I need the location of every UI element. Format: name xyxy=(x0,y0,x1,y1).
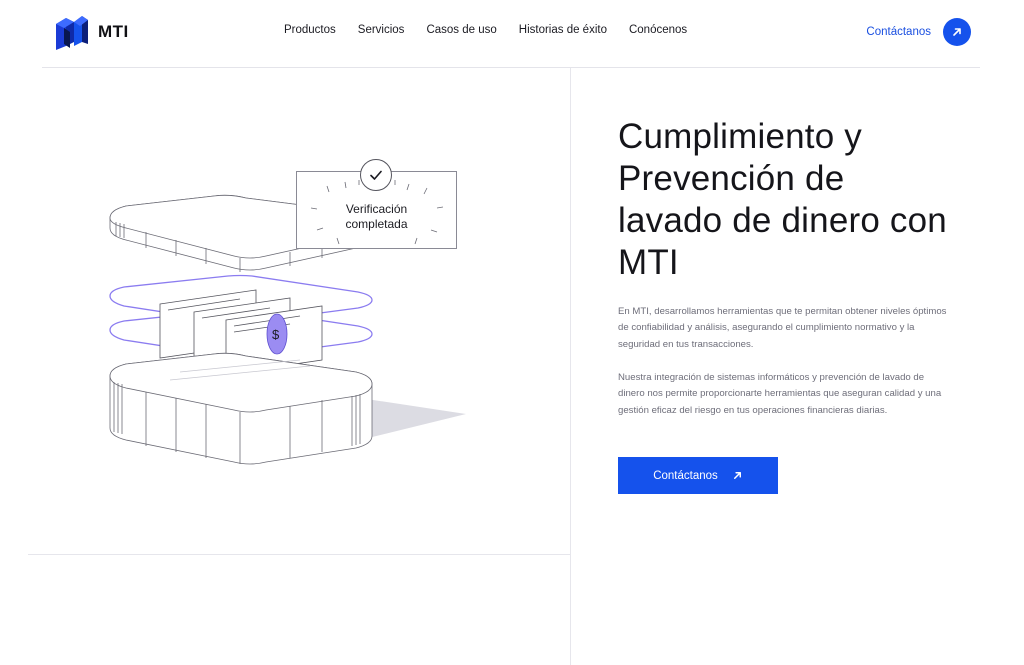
hero-paragraph-2: Nuestra integración de sistemas informát… xyxy=(618,372,942,416)
section-divider xyxy=(28,554,570,555)
main-nav: Productos Servicios Casos de uso Histori… xyxy=(284,24,687,36)
nav-item-conocenos[interactable]: Conócenos xyxy=(629,24,687,36)
verification-text: Verificación completada xyxy=(297,202,456,232)
hero-contact-button[interactable]: Contáctanos xyxy=(618,457,778,494)
header-contact-arrow-button[interactable] xyxy=(943,18,971,46)
site-header: MTI Productos Servicios Casos de uso His… xyxy=(0,0,1024,68)
bottom-server-block xyxy=(109,352,373,465)
check-badge xyxy=(360,159,392,191)
check-icon xyxy=(370,170,382,180)
nav-item-servicios[interactable]: Servicios xyxy=(358,24,405,36)
logo[interactable]: MTI xyxy=(52,12,129,52)
hero-contact-label: Contáctanos xyxy=(653,469,718,482)
arrow-up-right-icon xyxy=(953,28,961,36)
nav-item-historias-de-exito[interactable]: Historias de éxito xyxy=(519,24,607,36)
coin-symbol: $ xyxy=(272,327,280,342)
nav-item-casos-de-uso[interactable]: Casos de uso xyxy=(426,24,496,36)
mti-logo-icon xyxy=(56,16,88,50)
hero-title: Cumplimiento y Prevención de lavado de d… xyxy=(618,117,947,282)
hero-paragraph-1: En MTI, desarrollamos herramientas que t… xyxy=(618,306,947,350)
verification-line-1: Verificación xyxy=(345,202,408,216)
illustration-shadow xyxy=(360,398,466,440)
arrow-up-right-icon xyxy=(733,472,741,479)
header-contact-button[interactable]: Contáctanos xyxy=(866,18,971,46)
column-divider xyxy=(570,68,571,665)
nav-item-productos[interactable]: Productos xyxy=(284,24,336,36)
header-divider xyxy=(42,67,980,68)
logo-text: MTI xyxy=(98,22,129,41)
header-contact-label: Contáctanos xyxy=(866,26,931,38)
verification-line-2: completada xyxy=(345,217,408,231)
